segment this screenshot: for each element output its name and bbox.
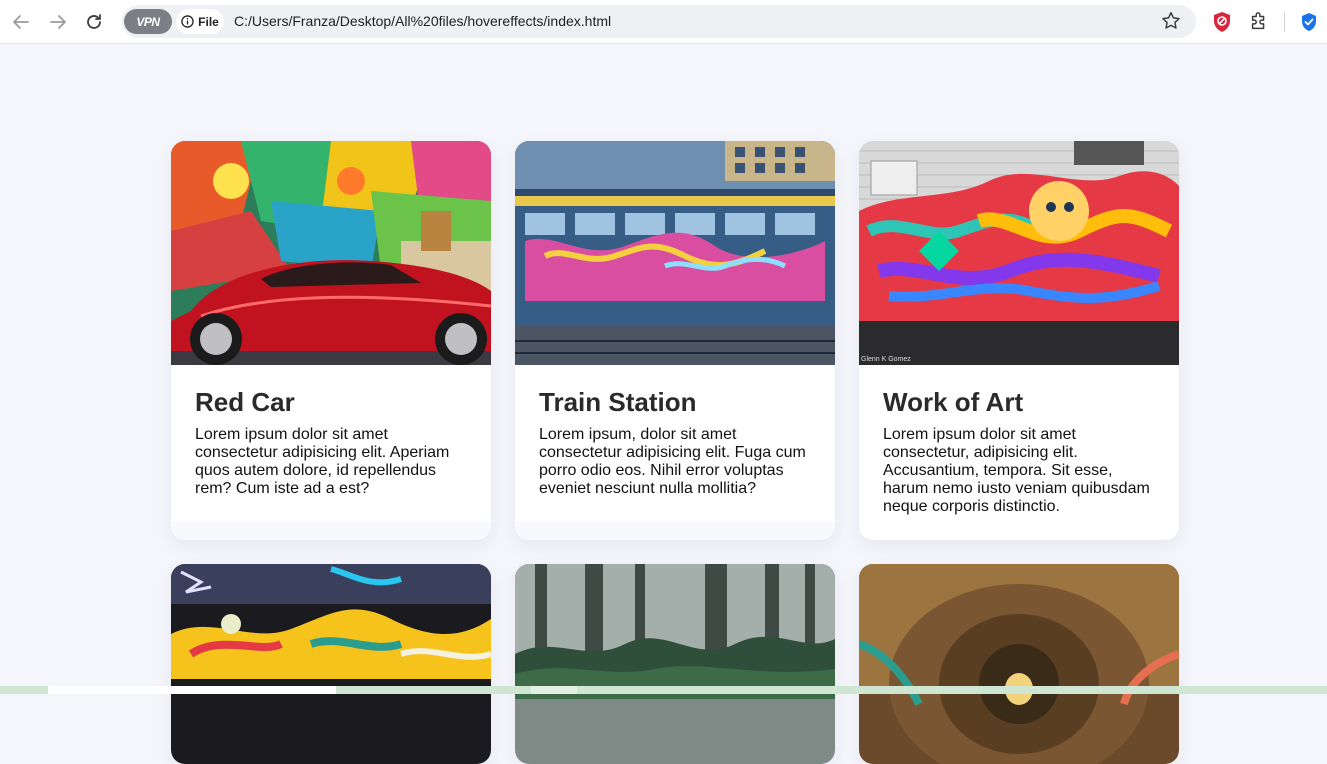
reload-button[interactable] [82, 10, 106, 34]
file-label: File [198, 14, 219, 29]
card-tunnel[interactable] [859, 564, 1179, 764]
extensions-button[interactable] [1247, 10, 1271, 34]
back-arrow-icon [13, 15, 29, 29]
card-red-car[interactable]: Red Car Lorem ipsum dolor sit amet conse… [171, 141, 491, 540]
card-graffiti-train[interactable] [171, 564, 491, 764]
work-of-art-photo: Glenn K Gomez [859, 141, 1179, 365]
browser-toolbar: VPN File C:/Users/Franza/Desktop/All%20f… [0, 0, 1327, 44]
card-work-of-art[interactable]: Glenn K Gomez Work of Art Lorem ipsum do… [859, 141, 1179, 540]
taskbar-app-button[interactable] [531, 686, 577, 694]
tunnel-photo [859, 564, 1179, 764]
taskbar [0, 686, 1327, 694]
card-title: Red Car [195, 387, 295, 417]
security-extension-button[interactable] [1297, 10, 1321, 34]
card-text: Lorem ipsum dolor sit amet consectetur a… [195, 426, 450, 497]
forward-button[interactable] [46, 10, 70, 34]
card-train-station[interactable]: Train Station Lorem ipsum, dolor sit ame… [515, 141, 835, 540]
photo-watermark: Glenn K Gomez [861, 356, 911, 363]
card-title: Work of Art [883, 387, 1024, 417]
verified-shield-icon [1302, 13, 1316, 31]
bookmark-button[interactable] [1160, 10, 1182, 37]
back-button[interactable] [9, 10, 33, 34]
address-bar[interactable]: VPN File C:/Users/Franza/Desktop/All%20f… [122, 5, 1196, 38]
site-info-button[interactable]: File [176, 9, 224, 34]
taskbar-search-box[interactable] [48, 686, 336, 694]
graffiti-train-photo [171, 564, 491, 764]
vpn-label: VPN [136, 14, 160, 29]
card-footer [515, 522, 835, 540]
card-title: Train Station [539, 387, 697, 417]
star-icon [1162, 12, 1180, 29]
toolbar-separator [1284, 12, 1285, 32]
card-text: Lorem ipsum dolor sit amet consectetur, … [883, 426, 1150, 515]
shield-extension-icon [1214, 12, 1230, 32]
adblock-extension-button[interactable] [1210, 10, 1234, 34]
info-icon [181, 15, 194, 28]
forward-arrow-icon [50, 15, 66, 29]
card-footer [171, 522, 491, 540]
red-car-photo [171, 141, 491, 365]
reload-icon [87, 14, 101, 29]
vpn-button[interactable]: VPN [124, 9, 172, 34]
card-text: Lorem ipsum, dolor sit amet consectetur … [539, 426, 806, 497]
train-station-photo [515, 141, 835, 365]
forest-photo [515, 564, 835, 764]
card-forest[interactable] [515, 564, 835, 764]
url-text[interactable]: C:/Users/Franza/Desktop/All%20files/hove… [234, 13, 611, 29]
puzzle-icon [1251, 12, 1265, 30]
